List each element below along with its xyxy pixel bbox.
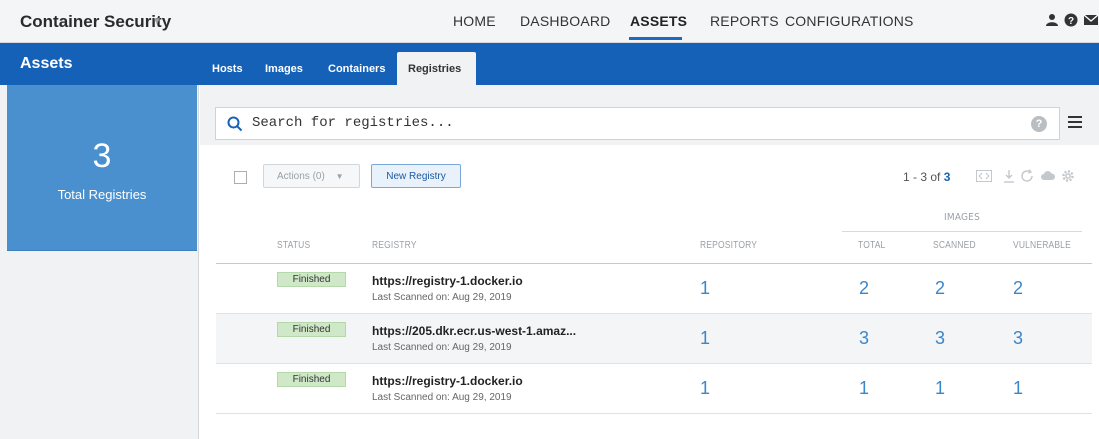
download-icon[interactable] <box>1003 169 1015 183</box>
tab-images[interactable]: Images <box>265 63 303 75</box>
column-header-total[interactable]: TOTAL <box>858 240 885 251</box>
images-group-divider <box>842 231 1082 232</box>
column-header-scanned[interactable]: SCANNED <box>933 240 976 251</box>
search-area: ? <box>200 85 1099 145</box>
nav-active-indicator <box>629 37 682 40</box>
total-registries-count: 3 <box>92 137 112 175</box>
expand-columns-icon[interactable] <box>976 169 992 183</box>
tab-containers[interactable]: Containers <box>328 63 385 75</box>
sidebar: 3 Total Registries <box>0 85 199 439</box>
nav-configurations[interactable]: CONFIGURATIONS <box>785 13 914 29</box>
section-title: Assets <box>20 55 73 72</box>
table-row[interactable]: Finished https://registry-1.docker.io La… <box>216 264 1092 314</box>
search-help-icon[interactable]: ? <box>1031 116 1047 132</box>
images-vulnerable-count[interactable]: 3 <box>1013 328 1023 349</box>
status-badge: Finished <box>277 272 346 287</box>
nav-home[interactable]: HOME <box>453 13 496 29</box>
nav-assets[interactable]: ASSETS <box>630 13 687 29</box>
last-scanned-text: Last Scanned on: Aug 29, 2019 <box>372 292 512 303</box>
refresh-icon[interactable] <box>1020 169 1034 183</box>
images-scanned-count[interactable]: 3 <box>935 328 945 349</box>
search-icon <box>227 116 243 132</box>
main-content: ? Actions (0) ▼ New Registry 1 - 3 of 3 <box>200 85 1099 439</box>
images-total-count[interactable]: 3 <box>859 328 869 349</box>
section-header: Assets Hosts Images Containers Registrie… <box>0 43 1099 85</box>
nav-reports[interactable]: REPORTS <box>710 13 779 29</box>
tab-registries[interactable]: Registries <box>408 63 461 75</box>
images-vulnerable-count[interactable]: 1 <box>1013 378 1023 399</box>
status-badge: Finished <box>277 372 346 387</box>
actions-dropdown[interactable]: Actions (0) ▼ <box>263 164 360 188</box>
gear-icon[interactable] <box>1061 169 1075 183</box>
total-registries-card: 3 Total Registries <box>7 85 197 251</box>
help-icon[interactable]: ? <box>1064 13 1078 27</box>
tab-hosts[interactable]: Hosts <box>212 63 243 75</box>
last-scanned-text: Last Scanned on: Aug 29, 2019 <box>372 342 512 353</box>
repository-count[interactable]: 1 <box>700 328 710 349</box>
images-scanned-count[interactable]: 2 <box>935 278 945 299</box>
column-header-status[interactable]: STATUS <box>277 240 310 251</box>
images-scanned-count[interactable]: 1 <box>935 378 945 399</box>
registry-url[interactable]: https://205.dkr.ecr.us-west-1.amaz... <box>372 324 576 338</box>
pagination-total: 3 <box>943 170 951 184</box>
column-header-repository[interactable]: REPOSITORY <box>700 240 757 251</box>
total-registries-label: Total Registries <box>57 187 147 202</box>
new-registry-button[interactable]: New Registry <box>371 164 461 188</box>
nav-dashboard[interactable]: DASHBOARD <box>520 13 610 29</box>
table-row[interactable]: Finished https://205.dkr.ecr.us-west-1.a… <box>216 314 1092 364</box>
last-scanned-text: Last Scanned on: Aug 29, 2019 <box>372 392 512 403</box>
app-title[interactable]: Container Security <box>20 12 171 32</box>
registry-url[interactable]: https://registry-1.docker.io <box>372 274 523 288</box>
svg-text:?: ? <box>1068 16 1074 27</box>
top-navbar: Container Security ▼ HOME DASHBOARD ASSE… <box>0 0 1099 43</box>
registry-url[interactable]: https://registry-1.docker.io <box>372 374 523 388</box>
pagination-range: 1 - 3 of <box>903 170 941 184</box>
images-group-header: IMAGES <box>944 212 980 223</box>
status-badge: Finished <box>277 322 346 337</box>
chevron-down-icon: ▼ <box>335 172 344 181</box>
select-all-checkbox[interactable] <box>234 171 247 184</box>
mail-icon[interactable] <box>1084 13 1098 27</box>
column-header-registry[interactable]: REGISTRY <box>372 240 417 251</box>
cloud-icon[interactable] <box>1040 169 1056 183</box>
actions-label: Actions (0) <box>277 171 325 182</box>
repository-count[interactable]: 1 <box>700 278 710 299</box>
images-total-count[interactable]: 1 <box>859 378 869 399</box>
table-row[interactable]: Finished https://registry-1.docker.io La… <box>216 364 1092 414</box>
hamburger-menu-icon[interactable] <box>1068 116 1082 128</box>
search-box: ? <box>215 107 1060 140</box>
column-header-vulnerable[interactable]: VULNERABLE <box>1013 240 1071 251</box>
app-switcher-caret-icon[interactable]: ▼ <box>152 16 162 27</box>
pagination-info: 1 - 3 of 3 <box>903 170 950 184</box>
repository-count[interactable]: 1 <box>700 378 710 399</box>
images-vulnerable-count[interactable]: 2 <box>1013 278 1023 299</box>
user-icon[interactable] <box>1045 13 1059 27</box>
images-total-count[interactable]: 2 <box>859 278 869 299</box>
search-input[interactable] <box>252 115 1012 131</box>
